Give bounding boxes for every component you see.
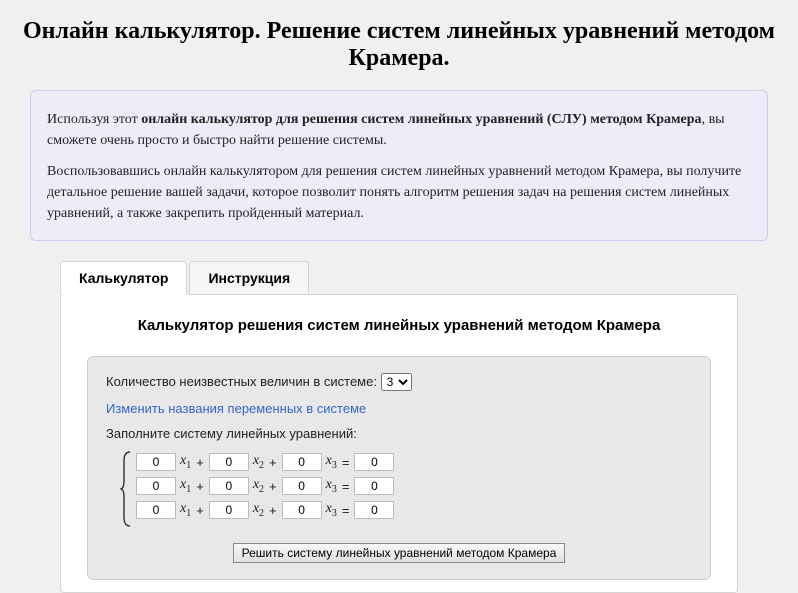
calculator-panel: Калькулятор решения систем линейных урав… — [60, 294, 738, 593]
coef-input-r3-x3[interactable] — [282, 501, 322, 519]
info-p1-prefix: Используя этот — [47, 112, 141, 127]
var-label: x1 — [180, 501, 191, 519]
change-variables-link[interactable]: Изменить названия переменных в системе — [106, 401, 366, 416]
plus-sign: + — [196, 503, 204, 518]
coef-input-r1-x1[interactable] — [136, 453, 176, 471]
var-label: x3 — [326, 501, 337, 519]
var-label: x1 — [180, 453, 191, 471]
solve-row: Решить систему линейных уравнений методо… — [106, 543, 692, 563]
var-label: x3 — [326, 477, 337, 495]
coef-input-r2-x3[interactable] — [282, 477, 322, 495]
unknowns-count-select[interactable]: 3 — [381, 373, 412, 391]
coef-input-r2-x2[interactable] — [209, 477, 249, 495]
equals-sign: = — [342, 503, 350, 518]
fill-system-label: Заполните систему линейных уравнений: — [106, 426, 692, 441]
var-label: x1 — [180, 477, 191, 495]
system-block: x1 + x2 + x3 = x1 + — [120, 451, 692, 527]
var-label: x2 — [253, 501, 264, 519]
equation-row: x1 + x2 + x3 = — [136, 477, 394, 495]
unknowns-count-label: Количество неизвестных величин в системе… — [106, 374, 377, 389]
rhs-input-r2[interactable] — [354, 477, 394, 495]
var-label: x2 — [253, 477, 264, 495]
rhs-input-r3[interactable] — [354, 501, 394, 519]
var-label: x3 — [326, 453, 337, 471]
plus-sign: + — [196, 455, 204, 470]
tabs: Калькулятор Инструкция — [60, 261, 768, 294]
var-label: x2 — [253, 453, 264, 471]
coef-input-r3-x2[interactable] — [209, 501, 249, 519]
equation-row: x1 + x2 + x3 = — [136, 453, 394, 471]
plus-sign: + — [196, 479, 204, 494]
calculator-inner-panel: Количество неизвестных величин в системе… — [87, 356, 711, 580]
equation-rows: x1 + x2 + x3 = x1 + — [136, 451, 394, 527]
info-p1-bold: онлайн калькулятор для решения систем ли… — [141, 112, 701, 127]
equation-row: x1 + x2 + x3 = — [136, 501, 394, 519]
page-title: Онлайн калькулятор. Решение систем линей… — [20, 18, 778, 72]
tabs-wrapper: Калькулятор Инструкция Калькулятор решен… — [30, 261, 768, 593]
plus-sign: + — [269, 455, 277, 470]
coef-input-r2-x1[interactable] — [136, 477, 176, 495]
solve-button[interactable]: Решить систему линейных уравнений методо… — [233, 543, 566, 563]
tab-instruction[interactable]: Инструкция — [189, 261, 309, 294]
info-box: Используя этот онлайн калькулятор для ре… — [30, 90, 768, 241]
info-p1: Используя этот онлайн калькулятор для ре… — [47, 109, 751, 151]
curly-brace-icon — [120, 451, 132, 527]
equals-sign: = — [342, 479, 350, 494]
coef-input-r1-x3[interactable] — [282, 453, 322, 471]
plus-sign: + — [269, 503, 277, 518]
unknowns-count-row: Количество неизвестных величин в системе… — [106, 373, 692, 391]
plus-sign: + — [269, 479, 277, 494]
coef-input-r3-x1[interactable] — [136, 501, 176, 519]
tab-calculator[interactable]: Калькулятор — [60, 261, 187, 295]
rhs-input-r1[interactable] — [354, 453, 394, 471]
calculator-heading: Калькулятор решения систем линейных урав… — [61, 317, 737, 334]
info-p2: Воспользовавшись онлайн калькулятором дл… — [47, 161, 751, 224]
equals-sign: = — [342, 455, 350, 470]
coef-input-r1-x2[interactable] — [209, 453, 249, 471]
